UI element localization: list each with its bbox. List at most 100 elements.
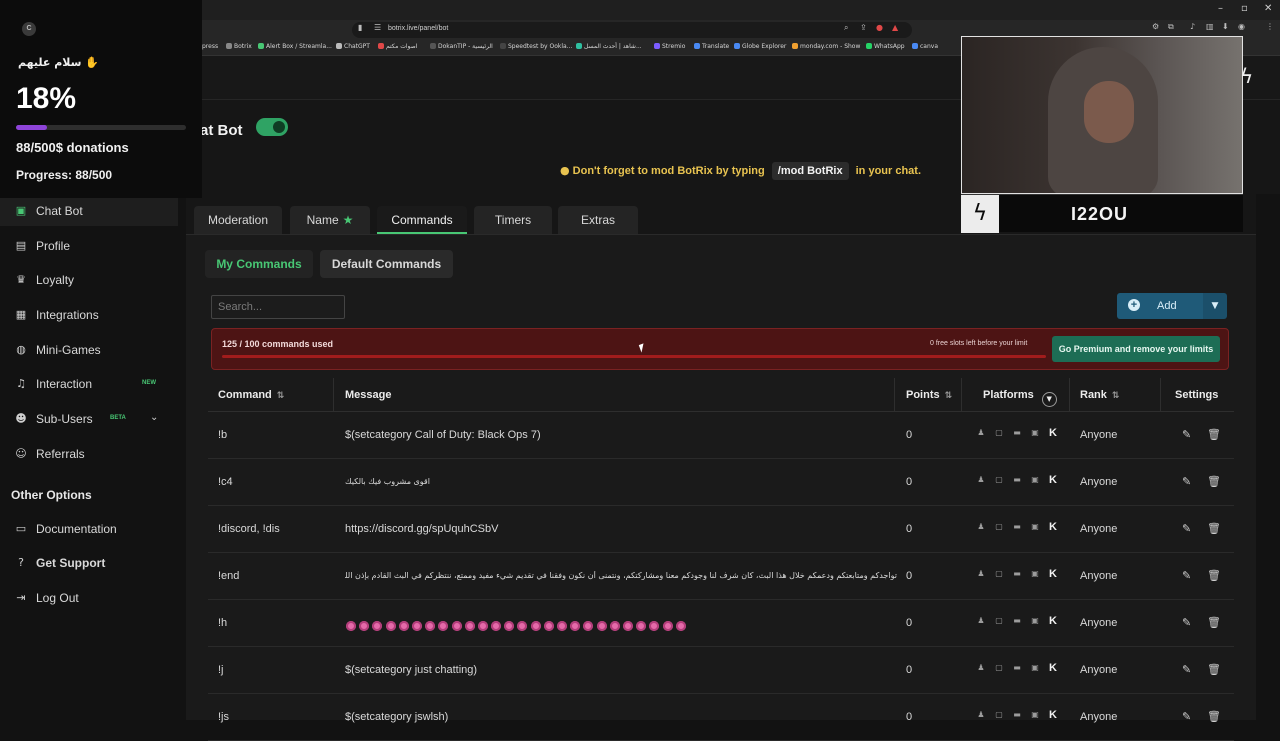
delete-icon[interactable]: 🗑 bbox=[1207, 616, 1221, 629]
chevron-down-icon[interactable]: ⌄ bbox=[150, 412, 158, 423]
bot-enable-toggle[interactable] bbox=[256, 118, 288, 136]
maximize-icon[interactable]: ▫ bbox=[1241, 3, 1248, 14]
mod-command-code: /mod BotRix bbox=[771, 162, 849, 180]
share-icon[interactable]: ⇪ bbox=[860, 23, 867, 32]
sidebar-item-referrals[interactable]: ☺ Referrals bbox=[0, 439, 178, 469]
bookmark-item[interactable]: Botrix bbox=[226, 43, 252, 50]
bookmark-item[interactable]: DokanTIP - الرئيسية bbox=[430, 43, 493, 50]
tab-commands[interactable]: Commands bbox=[377, 206, 467, 234]
greeting-text: سلام عليهم ✋ bbox=[18, 56, 99, 69]
delete-icon[interactable]: 🗑 bbox=[1207, 475, 1221, 488]
edit-icon[interactable]: ✎ bbox=[1182, 569, 1191, 582]
edit-icon[interactable]: ✎ bbox=[1182, 616, 1191, 629]
emote-icon bbox=[675, 621, 686, 631]
subtab-default-commands[interactable]: Default Commands bbox=[320, 250, 453, 278]
edit-icon[interactable]: ✎ bbox=[1182, 475, 1191, 488]
bookmark-item[interactable]: Stremio bbox=[654, 43, 685, 50]
minimize-icon[interactable]: – bbox=[1218, 3, 1223, 14]
sidebar-item-integrations[interactable]: ▦ Integrations bbox=[0, 300, 178, 330]
sidebar-item-loyalty[interactable]: ♛ Loyalty bbox=[0, 265, 178, 295]
kick-icon: K bbox=[1049, 615, 1057, 627]
delete-icon[interactable]: 🗑 bbox=[1207, 710, 1221, 723]
sort-icon: ⇅ bbox=[944, 391, 953, 401]
sidebar-item-get-support[interactable]: ? Get Support bbox=[0, 548, 178, 578]
bookmark-item[interactable]: monday.com - Show bbox=[792, 43, 860, 50]
sidebar-item-documentation[interactable]: ▭ Documentation bbox=[0, 514, 178, 544]
tab-timers[interactable]: Timers bbox=[474, 206, 552, 234]
sidebar: ▣ Chat Bot ▤ Profile ♛ Loyalty ▦ Integra… bbox=[0, 196, 178, 720]
media-icon[interactable]: ♪ bbox=[1190, 22, 1195, 31]
edit-icon[interactable]: ✎ bbox=[1182, 522, 1191, 535]
trovo-icon: ▣ bbox=[1031, 522, 1039, 531]
command-rank: Anyone bbox=[1080, 664, 1118, 676]
tab-extras[interactable]: Extras bbox=[558, 206, 638, 234]
sidebar-item-mini-games[interactable]: ◍ Mini-Games bbox=[0, 335, 178, 365]
column-command[interactable]: Command ⇅ bbox=[218, 389, 284, 401]
youtube-icon: ▬ bbox=[1013, 475, 1021, 484]
command-message: $(setcategory Call of Duty: Black Ops 7) bbox=[345, 429, 541, 441]
bookmark-item[interactable]: شاهد | أحدث المسل... bbox=[576, 43, 642, 50]
sidebar-item-interaction[interactable]: ♫ Interaction NEW bbox=[0, 369, 178, 399]
bookmark-item[interactable]: اصوات مكتم bbox=[378, 43, 417, 50]
sidebar-item-profile[interactable]: ▤ Profile bbox=[0, 231, 178, 261]
emote-icon bbox=[662, 621, 673, 631]
edit-icon[interactable]: ✎ bbox=[1182, 710, 1191, 723]
url-field[interactable]: ▮ ☰ botrix.live/panel/bot ⌕ ⇪ ● ▲ bbox=[352, 22, 912, 38]
command-points: 0 bbox=[906, 570, 913, 582]
platform-icons: ♟ ▢ ▬ ▣ K bbox=[976, 569, 1060, 583]
site-info-icon[interactable]: ☰ bbox=[374, 23, 381, 32]
twitch-icon: ▢ bbox=[995, 710, 1003, 719]
edit-icon[interactable]: ✎ bbox=[1182, 428, 1191, 441]
command-points: 0 bbox=[906, 429, 913, 441]
bookmark-item[interactable]: Globe Explorer bbox=[734, 43, 786, 50]
subtab-my-commands[interactable]: My Commands bbox=[205, 250, 313, 278]
add-dropdown-button[interactable]: ▼ bbox=[1203, 293, 1227, 319]
go-premium-button[interactable]: Go Premium and remove your limits bbox=[1052, 336, 1220, 362]
bookmark-item[interactable]: press bbox=[202, 43, 218, 50]
bookmark-icon[interactable]: ▮ bbox=[358, 23, 362, 32]
emote-icon bbox=[530, 621, 541, 631]
sidebar-item-chat-bot[interactable]: ▣ Chat Bot bbox=[0, 196, 178, 226]
delete-icon[interactable]: 🗑 bbox=[1207, 522, 1221, 535]
tab-name[interactable]: Name ★ bbox=[290, 206, 370, 234]
emote-icon bbox=[609, 621, 620, 631]
command-message: https://discord.gg/spUquhCSbV bbox=[345, 523, 499, 535]
delete-icon[interactable]: 🗑 bbox=[1207, 569, 1221, 582]
table-row: !end تواجدكم ومتابعتكم ودعمكم خلال هذا ال… bbox=[208, 553, 1234, 600]
bookmark-item[interactable]: canva bbox=[912, 43, 938, 50]
extensions-icon[interactable]: ⚙ bbox=[1152, 22, 1159, 31]
edit-icon[interactable]: ✎ bbox=[1182, 663, 1191, 676]
sidebar-item-log-out[interactable]: ⇥ Log Out bbox=[0, 583, 178, 613]
filter-icon[interactable]: ▼ bbox=[1041, 392, 1057, 407]
kick-platform-icon: ♟ bbox=[977, 663, 985, 672]
column-points[interactable]: Points ⇅ bbox=[906, 389, 952, 401]
close-icon[interactable]: ✕ bbox=[1264, 3, 1272, 14]
command-points: 0 bbox=[906, 711, 913, 723]
reading-list-icon[interactable]: ▥ bbox=[1206, 22, 1214, 31]
bookmark-item[interactable]: Speedtest by Ookla... bbox=[500, 43, 572, 50]
bookmark-item[interactable]: Translate bbox=[694, 43, 729, 50]
menu-icon[interactable]: ⋮ bbox=[1266, 22, 1274, 31]
profile-icon[interactable]: ◉ bbox=[1238, 22, 1245, 31]
delete-icon[interactable]: 🗑 bbox=[1207, 663, 1221, 676]
command-message: اقوى مشروب فيك بالكيك bbox=[345, 477, 430, 486]
emote-icon bbox=[504, 621, 515, 631]
donation-goal: 88/500$ donations bbox=[16, 140, 129, 155]
column-rank[interactable]: Rank ⇅ bbox=[1080, 389, 1119, 401]
add-command-button[interactable]: + Add bbox=[1117, 293, 1203, 319]
bookmark-item[interactable]: Alert Box / Streamla... bbox=[258, 43, 332, 50]
sidebar-item-sub-users[interactable]: ☻ Sub-Users BETA ⌄ bbox=[0, 404, 178, 434]
downloads-icon[interactable]: ⬇ bbox=[1222, 22, 1229, 31]
streamer-nameplate: ϟ I22OU bbox=[961, 194, 1243, 233]
youtube-icon: ▬ bbox=[1013, 428, 1021, 437]
bookmark-item[interactable]: ChatGPT bbox=[336, 43, 370, 50]
delete-icon[interactable]: 🗑 bbox=[1207, 428, 1221, 441]
bookmark-item[interactable]: WhatsApp bbox=[866, 43, 905, 50]
alert-icon[interactable]: ▲ bbox=[892, 23, 898, 32]
tab-search-icon[interactable]: ⧉ bbox=[1168, 22, 1174, 32]
tab-moderation[interactable]: Moderation bbox=[194, 206, 282, 234]
command-rank: Anyone bbox=[1080, 570, 1118, 582]
zoom-icon[interactable]: ⌕ bbox=[844, 23, 848, 33]
search-input[interactable] bbox=[211, 295, 345, 319]
extension-icon[interactable]: ● bbox=[876, 23, 883, 32]
